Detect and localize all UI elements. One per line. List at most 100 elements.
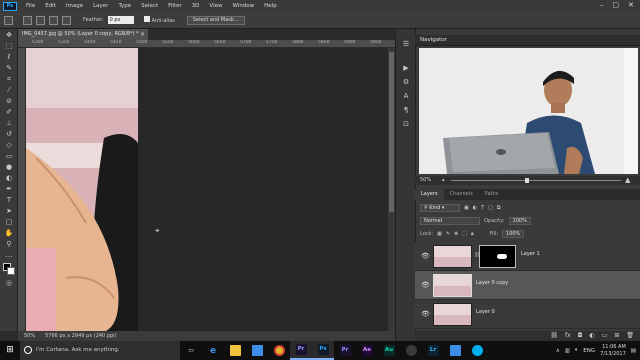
dodge-tool-icon[interactable]: ◐: [2, 173, 16, 183]
file-explorer-icon[interactable]: [224, 341, 246, 360]
maximize-button[interactable]: ▢: [613, 1, 620, 9]
menu-edit[interactable]: Edit: [40, 3, 61, 9]
move-tool-icon[interactable]: ✥: [2, 30, 16, 40]
crop-tool-icon[interactable]: ⌗: [2, 74, 16, 84]
steam-icon[interactable]: [400, 341, 422, 360]
menu-view[interactable]: View: [204, 3, 227, 9]
healing-brush-tool-icon[interactable]: ⊘: [2, 96, 16, 106]
layer-style-icon[interactable]: fx: [565, 331, 571, 341]
menu-window[interactable]: Window: [227, 3, 259, 9]
menu-layer[interactable]: Layer: [88, 3, 113, 9]
add-mask-icon[interactable]: ◘: [578, 331, 583, 341]
network-icon[interactable]: ▥: [565, 348, 570, 354]
menu-select[interactable]: Select: [136, 3, 163, 9]
menu-image[interactable]: Image: [61, 3, 88, 9]
quick-selection-tool-icon[interactable]: ✎: [2, 63, 16, 73]
path-selection-tool-icon[interactable]: ➤: [2, 206, 16, 216]
close-document-icon[interactable]: ×: [140, 29, 145, 40]
lock-transparent-icon[interactable]: ▦: [437, 231, 442, 237]
zoom-slider-handle[interactable]: [525, 178, 529, 183]
menu-file[interactable]: File: [21, 3, 40, 9]
lock-pixels-icon[interactable]: ✎: [446, 231, 450, 237]
adjustment-layer-icon[interactable]: ◐: [589, 331, 594, 341]
blend-mode-dropdown[interactable]: Normal: [420, 217, 480, 225]
zoom-level[interactable]: 50%: [24, 331, 35, 341]
kind-filter-dropdown[interactable]: ⚲ Kind ▾: [420, 204, 460, 212]
hand-tool-icon[interactable]: ✋: [2, 228, 16, 238]
history-brush-tool-icon[interactable]: ↺: [2, 129, 16, 139]
lock-position-icon[interactable]: ✥: [454, 231, 458, 237]
filter-smart-object-icon[interactable]: ⧉: [497, 205, 501, 211]
skype-icon[interactable]: [466, 341, 488, 360]
layer-name[interactable]: Layer 0 copy: [476, 280, 508, 286]
new-selection-icon[interactable]: [23, 15, 32, 25]
taskbar-photoshop-app[interactable]: Ps: [312, 341, 334, 360]
add-selection-icon[interactable]: [36, 15, 45, 25]
actions-panel-icon[interactable]: ▶: [400, 63, 412, 73]
clone-stamp-tool-icon[interactable]: ⊥: [2, 118, 16, 128]
zoom-slider-track[interactable]: [451, 180, 621, 181]
visibility-eye-icon[interactable]: 👁︎: [421, 310, 430, 318]
language-icon[interactable]: ENG: [583, 348, 595, 354]
new-layer-icon[interactable]: ⊞: [614, 331, 619, 341]
store-icon[interactable]: [246, 341, 268, 360]
link-layers-icon[interactable]: ⛓︎: [550, 331, 558, 341]
properties-panel-icon[interactable]: ⚙: [400, 77, 412, 87]
menu-type[interactable]: Type: [113, 3, 136, 9]
taskbar-audition-app[interactable]: Au: [378, 341, 400, 360]
pen-tool-icon[interactable]: ✒: [2, 184, 16, 194]
navigator-title[interactable]: Navigator: [420, 35, 447, 46]
taskbar-premiere-app[interactable]: Pr: [290, 341, 312, 360]
opacity-input[interactable]: 100%: [508, 217, 531, 225]
antialias-checkbox[interactable]: Anti-alias: [143, 16, 175, 24]
action-center-icon[interactable]: ▤: [631, 348, 636, 354]
lasso-tool-preset-icon[interactable]: [4, 15, 13, 25]
tab-channels[interactable]: Channels: [444, 189, 479, 200]
gradient-tool-icon[interactable]: ▭: [2, 151, 16, 161]
document-tab[interactable]: IMG_0457.jpg @ 50% (Layer 0 copy, RGB/8*…: [18, 29, 148, 40]
intersect-selection-icon[interactable]: [62, 15, 71, 25]
history-panel-icon[interactable]: ☰: [400, 39, 412, 49]
visibility-eye-icon[interactable]: 👁︎: [421, 281, 430, 289]
task-view-icon[interactable]: ▭: [180, 341, 202, 360]
brushes-panel-icon[interactable]: ⊡: [400, 119, 412, 129]
filter-shape-icon[interactable]: ▢: [488, 205, 493, 211]
subtract-selection-icon[interactable]: [49, 15, 58, 25]
volume-icon[interactable]: 🔈︎: [575, 347, 578, 354]
layer-name[interactable]: Layer 1: [521, 251, 540, 257]
color-swatches[interactable]: [0, 261, 18, 277]
cortana-search-box[interactable]: I'm Cortana. Ask me anything.: [20, 341, 180, 360]
navigator-preview[interactable]: [419, 48, 638, 174]
eraser-tool-icon[interactable]: ◇: [2, 140, 16, 150]
taskbar-premiere-app-2[interactable]: Pr: [334, 341, 356, 360]
type-tool-icon[interactable]: T: [2, 195, 16, 205]
paragraph-panel-icon[interactable]: ¶: [400, 105, 412, 115]
tab-paths[interactable]: Paths: [479, 189, 505, 200]
app-icon-blue[interactable]: [444, 341, 466, 360]
blur-tool-icon[interactable]: ●: [2, 162, 16, 172]
marquee-tool-icon[interactable]: ⬚: [2, 41, 16, 51]
lasso-tool-icon[interactable]: ℓ: [2, 52, 16, 62]
layer-mask-thumbnail[interactable]: [479, 245, 516, 268]
navigator-zoom-field[interactable]: 50%: [420, 176, 431, 185]
layer-row-layer-1[interactable]: 👁︎ ⛓︎ Layer 1: [415, 242, 640, 271]
filter-type-icon[interactable]: T: [481, 205, 484, 211]
menu-help[interactable]: Help: [259, 3, 282, 9]
windows-start-icon[interactable]: ⊞: [0, 341, 20, 360]
layer-row-layer-0[interactable]: 👁︎ Layer 0: [415, 300, 640, 329]
new-group-icon[interactable]: ▭: [602, 331, 608, 341]
quick-mask-icon[interactable]: ◎: [2, 278, 16, 288]
edge-browser-icon[interactable]: e: [202, 341, 224, 360]
chrome-icon[interactable]: [268, 341, 290, 360]
zoom-tool-icon[interactable]: ⚲: [2, 239, 16, 249]
scrollbar-thumb[interactable]: [389, 52, 394, 212]
eyedropper-tool-icon[interactable]: ⁄: [2, 85, 16, 95]
taskbar-clock[interactable]: 11:06 AM 7/13/2017: [600, 344, 626, 358]
brush-tool-icon[interactable]: ✐: [2, 107, 16, 117]
filter-pixel-icon[interactable]: ▣: [464, 205, 469, 211]
minimize-button[interactable]: –: [600, 1, 604, 9]
menu-filter[interactable]: Filter: [163, 3, 187, 9]
delete-layer-icon[interactable]: 🗑︎: [626, 331, 634, 341]
taskbar-after-effects-app[interactable]: Ae: [356, 341, 378, 360]
tab-layers[interactable]: Layers: [415, 189, 444, 200]
